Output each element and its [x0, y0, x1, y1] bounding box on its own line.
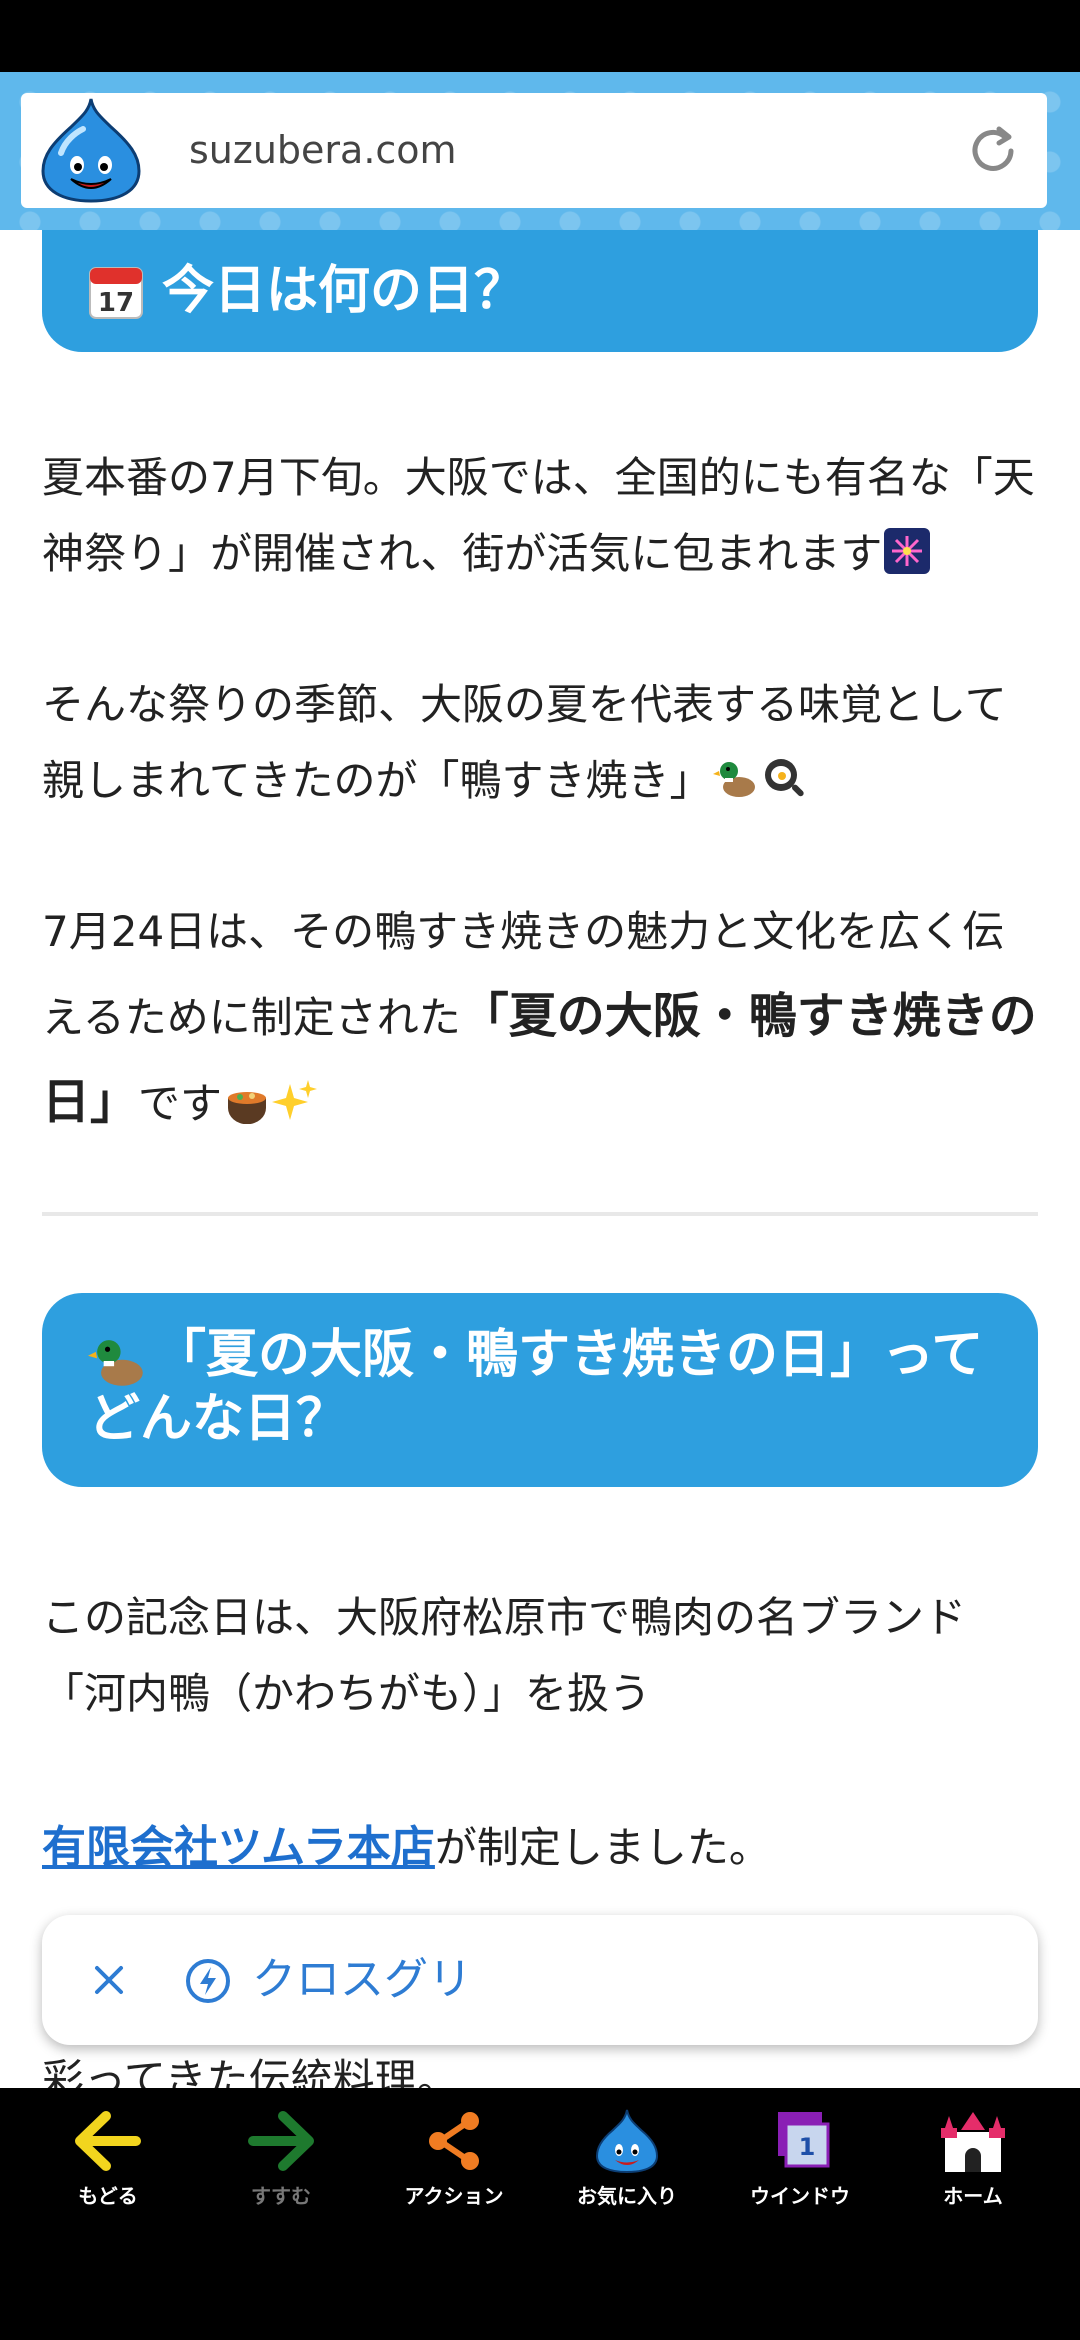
search-suggestion-popup[interactable]: クロスグリ	[42, 1915, 1038, 2045]
stew-pot-icon	[228, 1092, 267, 1124]
share-icon	[429, 2112, 479, 2170]
duck-icon	[713, 762, 756, 797]
lightning-icon	[186, 1959, 230, 2003]
fireworks-icon	[884, 528, 931, 574]
slime-logo-icon[interactable]	[31, 93, 151, 209]
window-count: 1	[799, 2133, 816, 2161]
bottom-navigation-bar: もどる すすむ アクション お気に入り 1 ウインドウ ホーム	[0, 2088, 1080, 2340]
status-bar	[0, 0, 1080, 72]
nav-favorites-button[interactable]: お気に入り	[537, 2108, 717, 2228]
close-icon[interactable]	[84, 1955, 134, 2005]
section-divider	[42, 1212, 1038, 1216]
nav-label-home: ホーム	[943, 2184, 1003, 2208]
nav-forward-button[interactable]: すすむ	[191, 2108, 371, 2228]
heading-text: 今日は何の日？	[162, 261, 527, 321]
url-bar[interactable]: suzubera.com	[21, 93, 1047, 208]
section-heading-today: 17 今日は何の日？	[42, 230, 1038, 352]
partially-hidden-text: 彩ってきた伝統料理。	[42, 2055, 459, 2088]
frying-pan-icon	[765, 759, 805, 797]
paragraph-5-text: が制定しました。	[434, 1823, 771, 1872]
nav-label-window: ウインドウ	[750, 2184, 850, 2208]
paragraph-5: 有限会社ツムラ本店が制定しました。	[42, 1810, 1042, 1886]
company-link[interactable]: 有限会社ツムラ本店	[42, 1822, 435, 1873]
calendar-icon: 17	[89, 267, 143, 319]
nav-window-button[interactable]: 1 ウインドウ	[710, 2108, 890, 2228]
reload-icon[interactable]	[963, 121, 1023, 181]
forward-arrow-icon	[248, 2111, 314, 2171]
paragraph-3: 7月24日は、その鴨すき焼きの魅力と文化を広く伝えるために制定された「夏の大阪・…	[42, 890, 1042, 1146]
url-text[interactable]: suzubera.com	[189, 93, 457, 208]
paragraph-1: 夏本番の7月下旬。大阪では、全国的にも有名な「天神祭り」が開催され、街が活気に包…	[42, 440, 1042, 592]
paragraph-3-text-b: です	[138, 1079, 223, 1128]
suggestion-label[interactable]: クロスグリ	[252, 1915, 472, 2045]
nav-label-favorites: お気に入り	[577, 2184, 677, 2208]
paragraph-2: そんな祭りの季節、大阪の夏を代表する味覚として親しまれてきたのが「鴨すき焼き」	[42, 667, 1042, 819]
sparkles-icon	[272, 1080, 318, 1120]
article-content[interactable]: 17 今日は何の日？ 夏本番の7月下旬。大阪では、全国的にも有名な「天神祭り」が…	[0, 230, 1080, 2088]
paragraph-4: この記念日は、大阪府松原市で鴨肉の名ブランド「河内鴨（かわちがも）」を扱う	[42, 1593, 967, 1718]
back-arrow-icon	[75, 2111, 141, 2171]
nav-home-button[interactable]: ホーム	[883, 2108, 1063, 2228]
nav-label-action: アクション	[404, 2184, 504, 2208]
nav-back-button[interactable]: もどる	[18, 2108, 198, 2228]
svg-text:17: 17	[98, 288, 134, 318]
heading-text: 「夏の大阪・鴨すき焼きの日」ってどんな日？	[88, 1325, 984, 1449]
paragraph-2-text: そんな祭りの季節、大阪の夏を代表する味覚として親しまれてきたのが「鴨すき焼き」	[42, 680, 1007, 805]
section-heading-about: 「夏の大阪・鴨すき焼きの日」ってどんな日？	[42, 1293, 1038, 1487]
castle-icon	[941, 2112, 1005, 2172]
nav-label-forward: すすむ	[251, 2184, 311, 2208]
slime-icon	[595, 2109, 659, 2174]
nav-label-back: もどる	[78, 2184, 138, 2208]
window-icon: 1	[778, 2112, 830, 2168]
nav-action-button[interactable]: アクション	[364, 2108, 544, 2228]
